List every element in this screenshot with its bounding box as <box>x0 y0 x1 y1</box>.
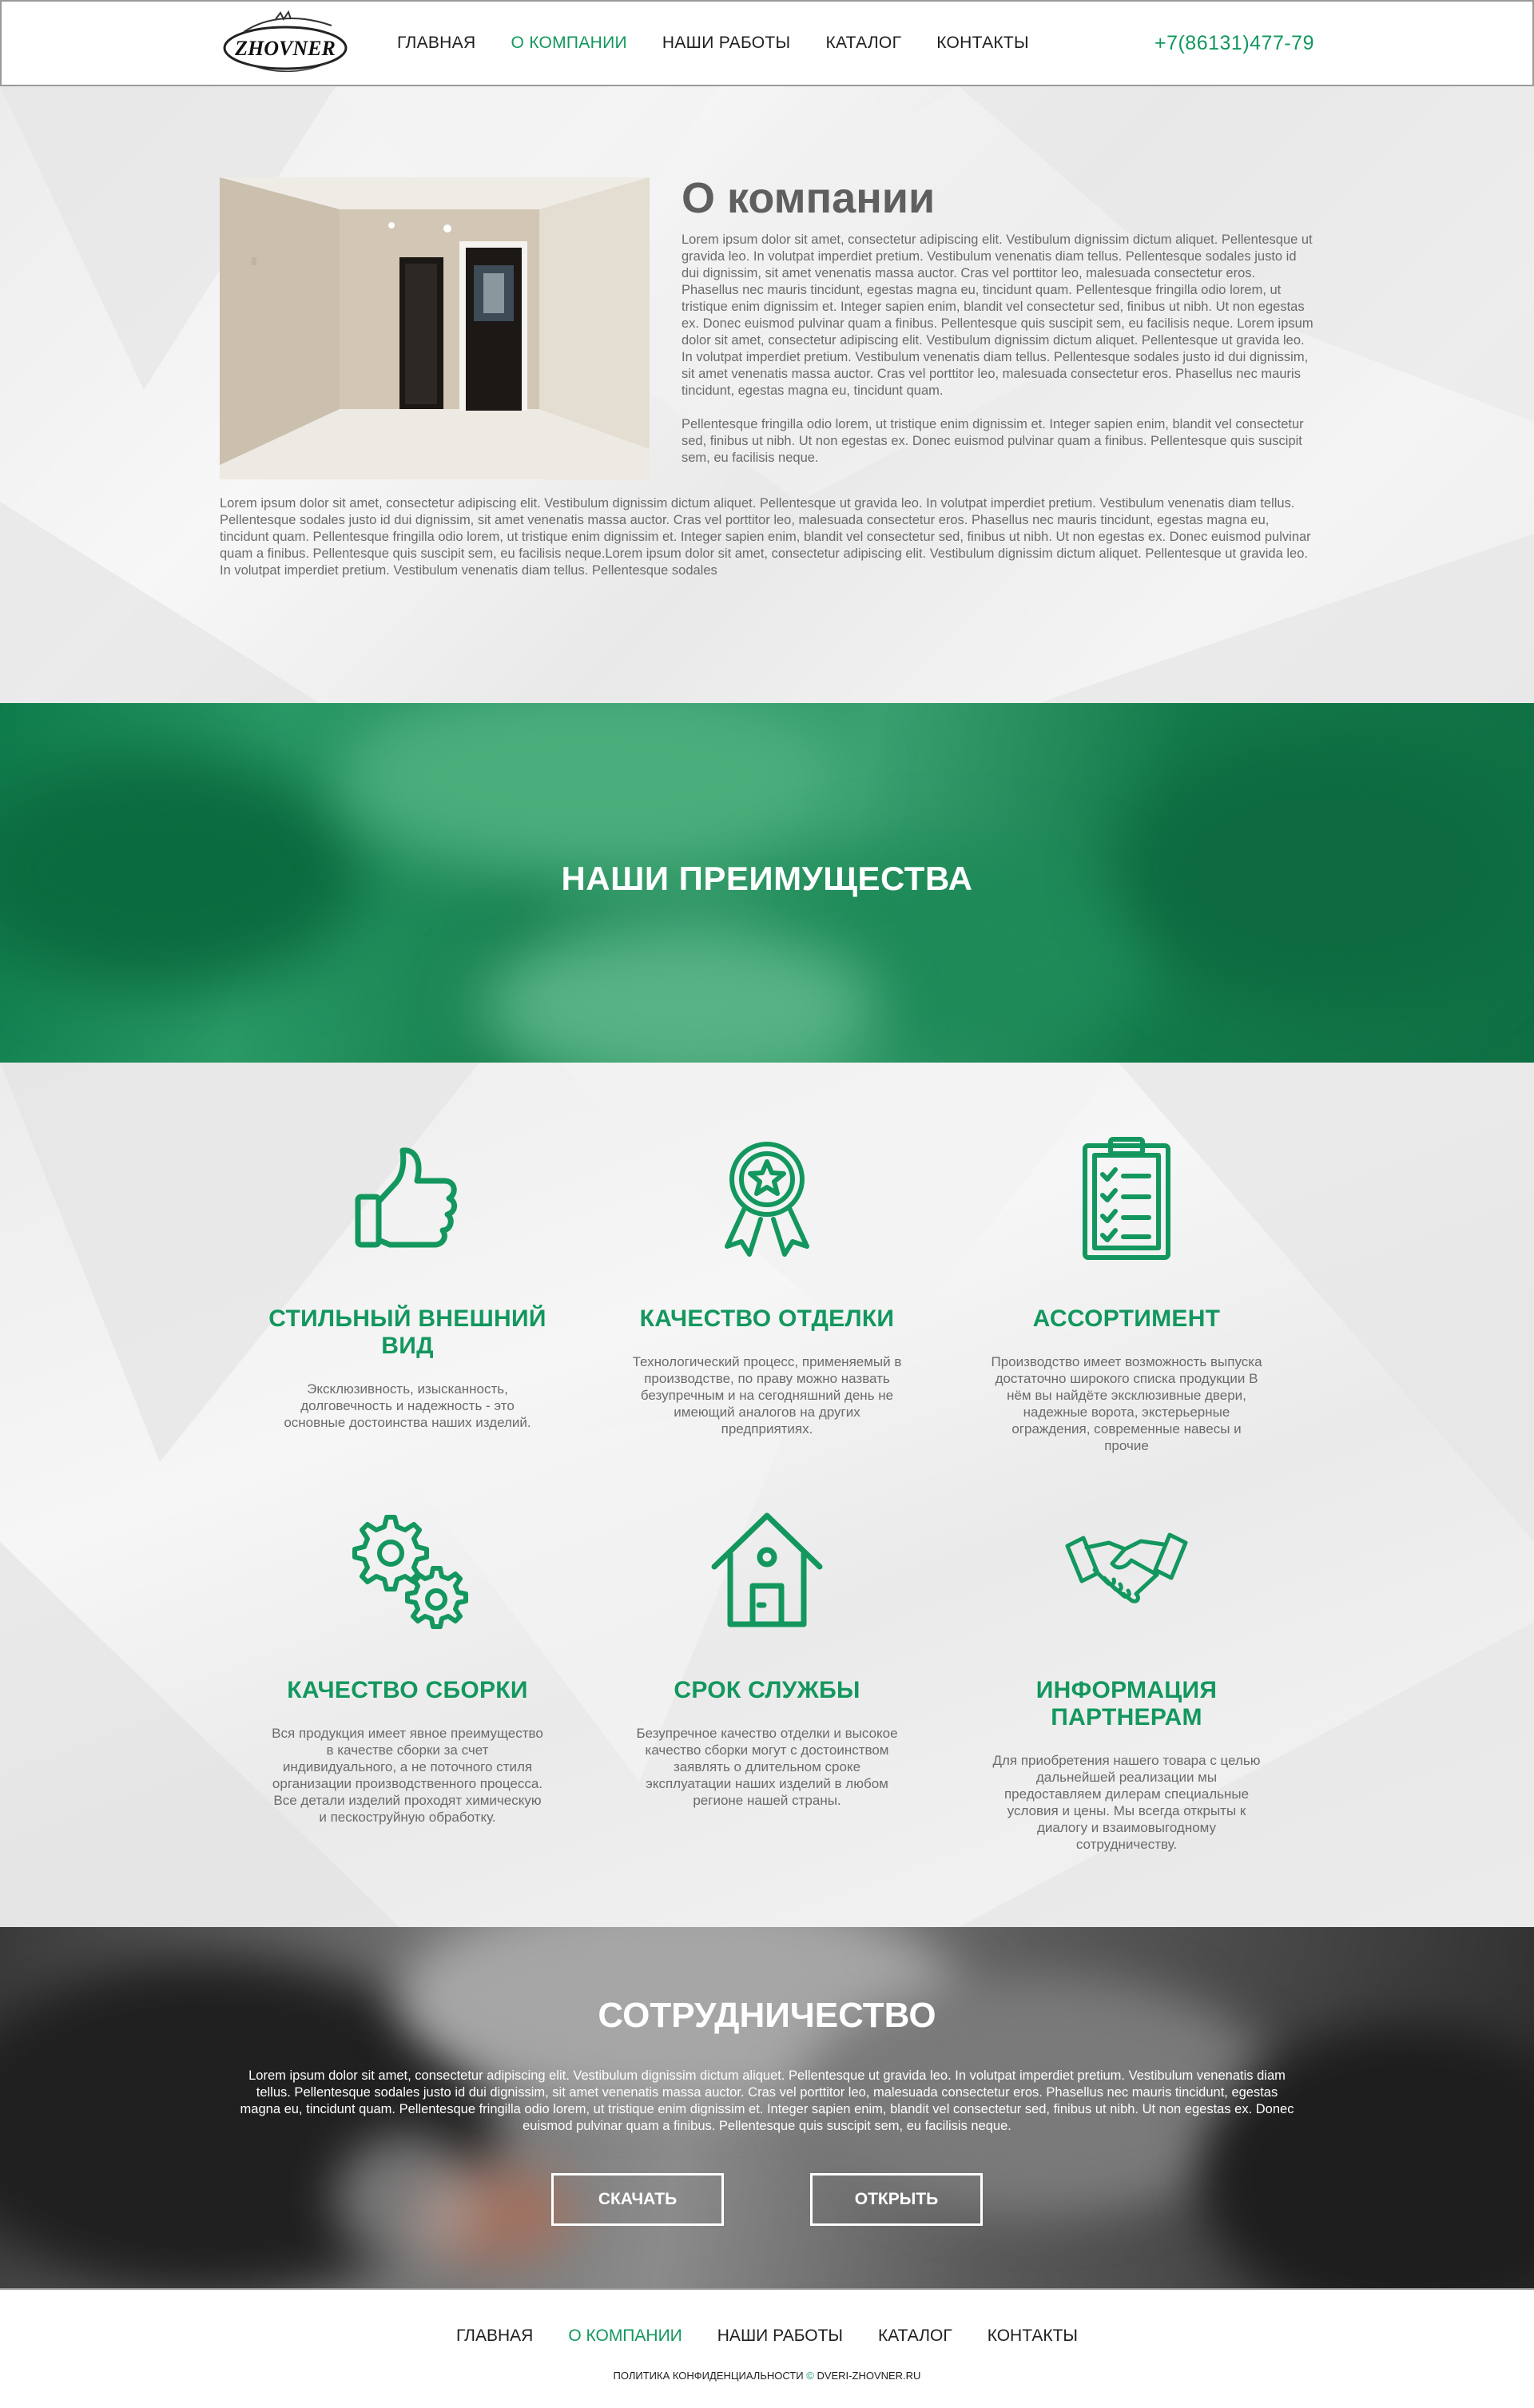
copyright-symbol: © <box>806 2370 814 2382</box>
feature-text: Вся продукция имеет явное преимущество в… <box>272 1726 543 1825</box>
cooperation-buttons: СКАЧАТЬ ОТКРЫТЬ <box>0 2173 1534 2226</box>
page: ZHOVNER ГЛАВНАЯ О КОМПАНИИ НАШИ РАБОТЫ К… <box>0 0 1534 2408</box>
footer-legal: ПОЛИТИКА КОНФИДЕНЦИАЛЬНОСТИ © DVERI-ZHOV… <box>0 2370 1534 2382</box>
feature-text: Технологический процесс, применяемый в п… <box>632 1354 902 1436</box>
feature-text: Для приобретения нашего товара с целью д… <box>992 1753 1261 1852</box>
site-header: ZHOVNER ГЛАВНАЯ О КОМПАНИИ НАШИ РАБОТЫ К… <box>0 0 1534 86</box>
house-icon <box>711 1512 823 1627</box>
feature-title: СТИЛЬНЫЙ ВНЕШНИЙ ВИД <box>268 1305 546 1359</box>
nav-about[interactable]: О КОМПАНИИ <box>511 34 626 53</box>
feature-card: СРОК СЛУЖБЫ Безупречное качество отделки… <box>599 1506 935 1809</box>
advantages-banner: НАШИ ПРЕИМУЩЕСТВА <box>0 703 1534 1063</box>
gears-icon <box>352 1515 468 1629</box>
footer-nav: ГЛАВНАЯ О КОМПАНИИ НАШИ РАБОТЫ КАТАЛОГ К… <box>0 2327 1534 2346</box>
about-paragraph-1: Lorem ipsum dolor sit amet, consectetur … <box>682 232 1313 398</box>
feature-title: КАЧЕСТВО СБОРКИ <box>287 1677 528 1703</box>
logo-text: ZHOVNER <box>234 37 336 60</box>
feature-title: ИНФОРМАЦИЯ ПАРТНЕРАМ <box>1035 1677 1218 1731</box>
cooperation-text: Lorem ipsum dolor sit amet, consectetur … <box>240 2068 1294 2133</box>
about-section: О компании Lorem ipsum dolor sit amet, c… <box>0 86 1534 703</box>
nav-works[interactable]: НАШИ РАБОТЫ <box>662 34 791 53</box>
footer-nav-about[interactable]: О КОМПАНИИ <box>568 2327 682 2346</box>
award-ribbon-icon <box>725 1142 809 1257</box>
nav-contacts[interactable]: КОНТАКТЫ <box>936 34 1029 53</box>
feature-title: СРОК СЛУЖБЫ <box>674 1677 860 1703</box>
feature-card: СТИЛЬНЫЙ ВНЕШНИЙ ВИД Эксклюзивность, изы… <box>240 1134 575 1431</box>
site-footer: ГЛАВНАЯ О КОМПАНИИ НАШИ РАБОТЫ КАТАЛОГ К… <box>0 2288 1534 2408</box>
about-title: О компании <box>682 174 936 222</box>
footer-nav-contacts[interactable]: КОНТАКТЫ <box>988 2327 1078 2346</box>
open-button[interactable]: ОТКРЫТЬ <box>810 2173 983 2226</box>
feature-card: АССОРТИМЕНТ Производство имеет возможнос… <box>959 1134 1294 1454</box>
logo-emblem-icon: ZHOVNER <box>223 10 348 73</box>
thumbs-up-icon <box>355 1147 457 1248</box>
feature-title: АССОРТИМЕНТ <box>1032 1305 1221 1332</box>
nav-home[interactable]: ГЛАВНАЯ <box>397 34 475 53</box>
hallway-photo <box>220 177 650 479</box>
clipboard-checklist-icon <box>1083 1137 1170 1260</box>
features-section: СТИЛЬНЫЙ ВНЕШНИЙ ВИД Эксклюзивность, изы… <box>0 1063 1534 1927</box>
banner-blur-shape <box>336 703 847 879</box>
feature-card: КАЧЕСТВО СБОРКИ Вся продукция имеет явно… <box>240 1506 575 1826</box>
feature-card: ИНФОРМАЦИЯ ПАРТНЕРАМ Для приобретения на… <box>959 1506 1294 1853</box>
download-button[interactable]: СКАЧАТЬ <box>551 2173 724 2226</box>
advantages-title: НАШИ ПРЕИМУЩЕСТВА <box>561 860 973 897</box>
footer-nav-works[interactable]: НАШИ РАБОТЫ <box>717 2327 843 2346</box>
footer-nav-home[interactable]: ГЛАВНАЯ <box>456 2327 533 2346</box>
feature-title: КАЧЕСТВО ОТДЕЛКИ <box>639 1305 895 1332</box>
feature-text: Безупречное качество отделки и высокое к… <box>636 1726 898 1808</box>
feature-card: КАЧЕСТВО ОТДЕЛКИ Технологический процесс… <box>599 1134 935 1437</box>
main-nav: ГЛАВНАЯ О КОМПАНИИ НАШИ РАБОТЫ КАТАЛОГ К… <box>397 34 1029 53</box>
feature-text: Эксклюзивность, изысканность, долговечно… <box>284 1381 531 1430</box>
logo[interactable]: ZHOVNER <box>220 8 351 78</box>
nav-catalog[interactable]: КАТАЛОГ <box>825 34 901 53</box>
feature-text: Производство имеет возможность выпуска д… <box>991 1354 1262 1453</box>
privacy-policy-link[interactable]: ПОЛИТИКА КОНФИДЕНЦИАЛЬНОСТИ <box>614 2370 804 2382</box>
about-paragraph-full: Lorem ipsum dolor sit amet, consectetur … <box>220 496 1311 578</box>
cooperation-section: СОТРУДНИЧЕСТВО Lorem ipsum dolor sit ame… <box>0 1927 1534 2288</box>
footer-nav-catalog[interactable]: КАТАЛОГ <box>878 2327 952 2346</box>
header-phone[interactable]: +7(86131)477-79 <box>1154 32 1314 55</box>
handshake-icon <box>1065 1532 1188 1603</box>
site-domain-link[interactable]: DVERI-ZHOVNER.RU <box>817 2370 920 2382</box>
about-paragraph-2: Pellentesque fringilla odio lorem, ut tr… <box>682 417 1304 465</box>
cooperation-title: СОТРУДНИЧЕСТВО <box>598 1996 936 2035</box>
